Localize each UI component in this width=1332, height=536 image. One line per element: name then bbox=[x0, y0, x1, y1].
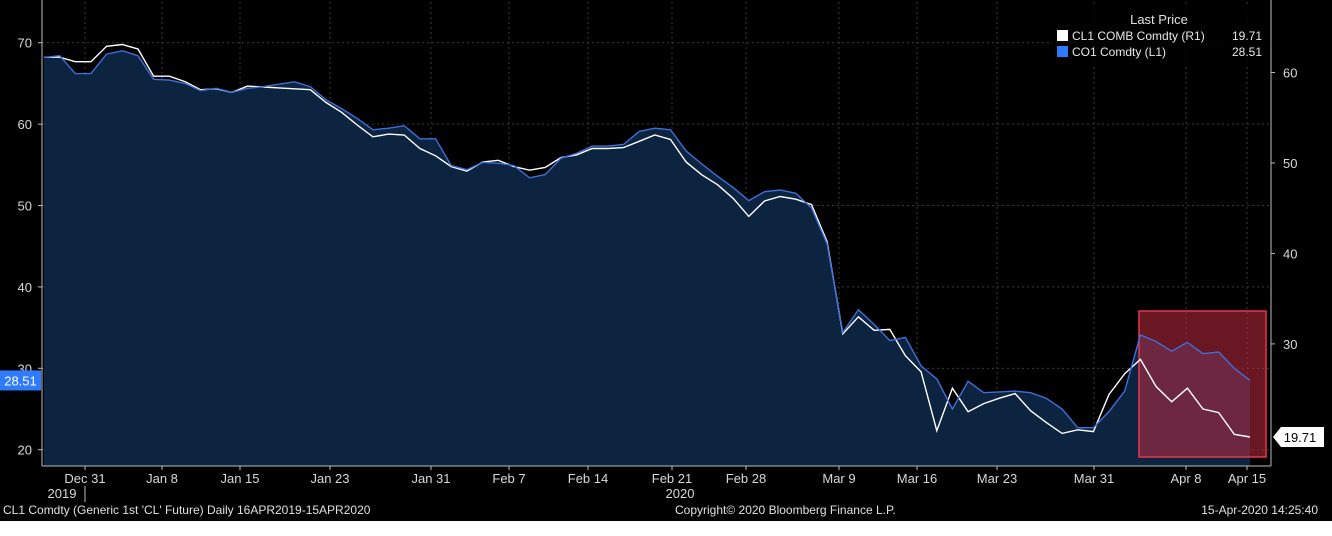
legend-label: CO1 Comdty (L1) bbox=[1072, 45, 1166, 59]
legend-value: 19.71 bbox=[1232, 29, 1262, 43]
footer-right: 15-Apr-2020 14:25:40 bbox=[1201, 503, 1318, 517]
legend: Last Price CL1 COMB Comdty (R1) 19.71 CO1 C… bbox=[1049, 4, 1270, 66]
legend-label: CL1 COMB Comdty (R1) bbox=[1072, 29, 1205, 43]
right-tick-label: 50 bbox=[1283, 156, 1297, 171]
x-tick-label: Mar 31 bbox=[1074, 471, 1114, 486]
bottom-strip bbox=[0, 521, 1332, 536]
x-tick-label: Jan 31 bbox=[411, 471, 450, 486]
x-tick-label: Jan 8 bbox=[146, 471, 178, 486]
footer-left: CL1 Comdty (Generic 1st 'CL' Future) Dai… bbox=[3, 503, 371, 517]
x-tick-label: Feb 7 bbox=[492, 471, 525, 486]
left-tick-label: 60 bbox=[18, 117, 32, 132]
right-last-value-label: 19.71 bbox=[1284, 430, 1317, 445]
left-tick-label: 40 bbox=[18, 280, 32, 295]
x-tick-label: Feb 28 bbox=[726, 471, 766, 486]
year-label: 2019 bbox=[48, 486, 77, 501]
right-tick-label: 40 bbox=[1283, 246, 1297, 261]
x-tick-label: Mar 23 bbox=[977, 471, 1017, 486]
price-chart: 20304050607030405060Dec 31 Jan 8 Jan 15 Jan… bbox=[0, 0, 1332, 503]
legend-swatch bbox=[1057, 46, 1068, 57]
year-label: 2020 bbox=[666, 486, 695, 501]
footer-center: Copyright© 2020 Bloomberg Finance L.P. bbox=[675, 503, 896, 517]
left-last-value-label: 28.51 bbox=[4, 373, 37, 388]
legend-value: 28.51 bbox=[1232, 45, 1262, 59]
highlight-box bbox=[1138, 310, 1267, 458]
x-tick-label: Mar 16 bbox=[897, 471, 937, 486]
legend-swatch bbox=[1057, 30, 1068, 41]
left-tick-label: 50 bbox=[18, 199, 32, 214]
x-tick-label: Apr 15 bbox=[1228, 471, 1266, 486]
left-tick-label: 20 bbox=[18, 443, 32, 458]
highlight-layer bbox=[1138, 310, 1267, 458]
x-tick-label: Jan 15 bbox=[220, 471, 259, 486]
x-tick-label: Mar 9 bbox=[822, 471, 855, 486]
x-tick-label: Dec 31 bbox=[64, 471, 105, 486]
x-tick-label: Jan 23 bbox=[310, 471, 349, 486]
x-tick-label: Feb 14 bbox=[568, 471, 608, 486]
right-tick-label: 60 bbox=[1283, 66, 1297, 81]
left-tick-label: 70 bbox=[18, 36, 32, 51]
x-tick-label: Apr 8 bbox=[1170, 471, 1201, 486]
right-tick-label: 30 bbox=[1283, 337, 1297, 352]
x-tick-label: Feb 21 bbox=[652, 471, 692, 486]
legend-title: Last Price bbox=[1130, 12, 1188, 27]
